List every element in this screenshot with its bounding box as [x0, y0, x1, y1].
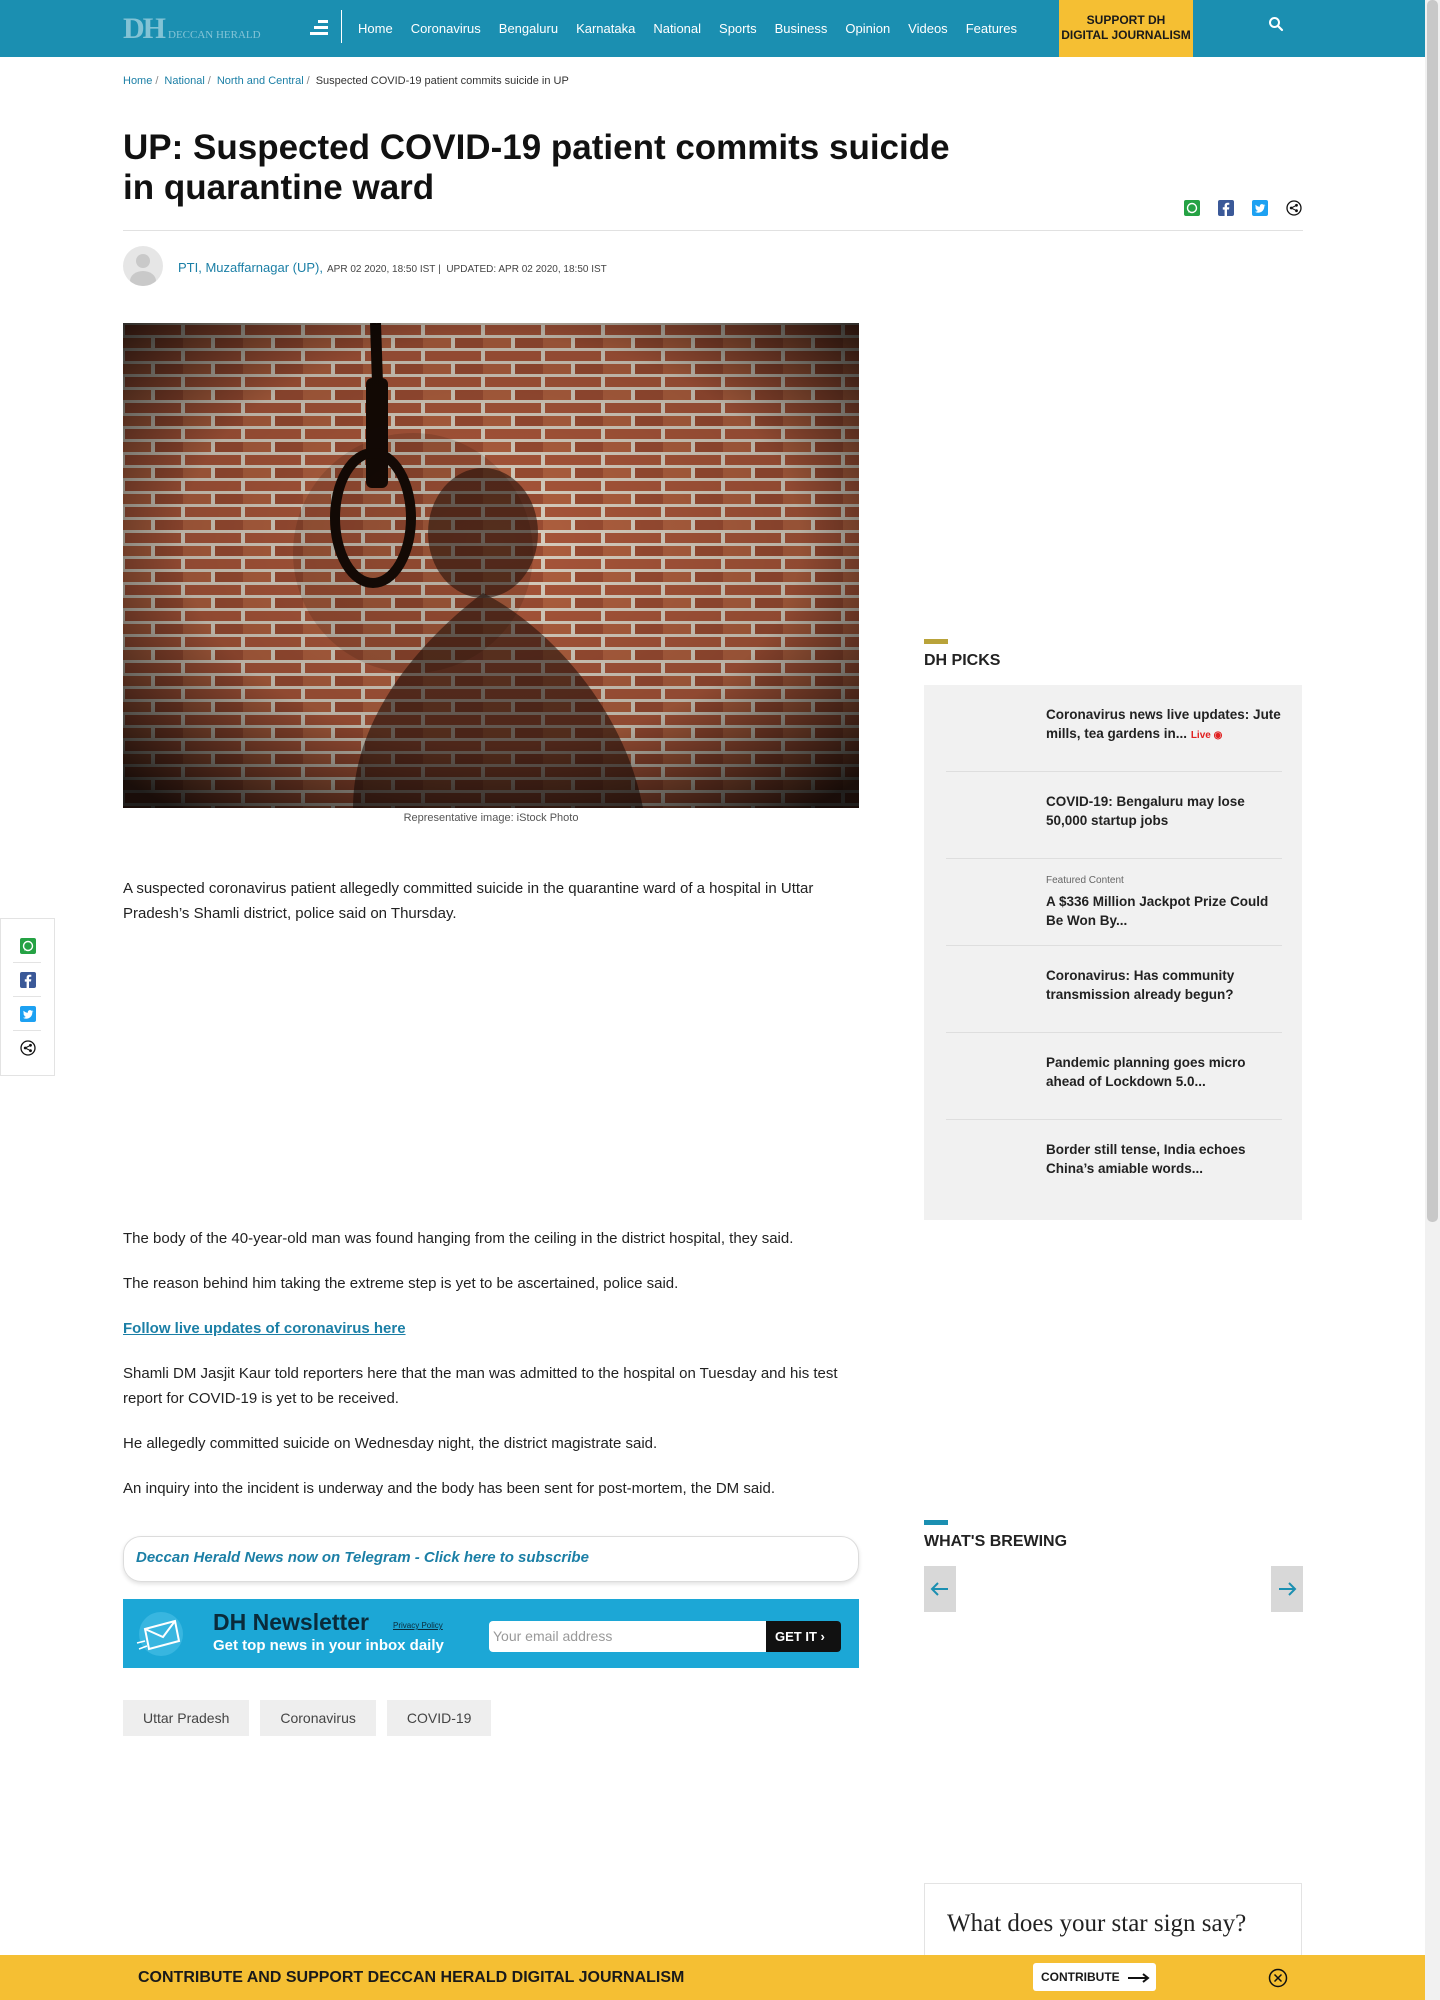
- nav-coronavirus[interactable]: Coronavirus: [411, 21, 481, 36]
- menu-icon[interactable]: [308, 17, 328, 37]
- updated-date: Updated: Apr 02 2020, 18:50 ist: [446, 264, 607, 275]
- envelope-icon: [136, 1612, 183, 1656]
- facebook-icon[interactable]: [1218, 200, 1234, 216]
- twitter-icon[interactable]: [20, 1006, 36, 1022]
- pick-item[interactable]: Featured Content A $336 Million Jackpot P…: [946, 859, 1282, 946]
- published-date: Apr 02 2020, 18:50 ist: [326, 264, 436, 275]
- main-nav: Home Coronavirus Bengaluru Karnataka Nat…: [358, 0, 1035, 57]
- search-icon[interactable]: [1268, 16, 1284, 32]
- paragraph-5: He allegedly committed suicide on Wednes…: [123, 1435, 658, 1452]
- paragraph-3: The reason behind him taking the extreme…: [123, 1275, 679, 1292]
- contribute-label: CONTRIBUTE: [1041, 1970, 1120, 1984]
- breadcrumb-current: Suspected COVID-19 patient commits suici…: [315, 75, 569, 87]
- author-avatar: [123, 246, 163, 286]
- pick-item[interactable]: Coronavirus: Has community transmission …: [946, 946, 1282, 1033]
- dh-picks-list: Coronavirus news live updates: Jute mill…: [924, 685, 1302, 1220]
- whatsapp-icon[interactable]: [1184, 200, 1200, 216]
- paragraph-1: A suspected coronavirus patient allegedl…: [123, 880, 814, 922]
- star-sign-title: What does your star sign say?: [947, 1910, 1247, 1937]
- breadcrumb-north-central[interactable]: North and Central: [217, 75, 304, 87]
- support-line-1: SUPPORT DH: [1086, 13, 1166, 27]
- nav-bengaluru[interactable]: Bengaluru: [499, 21, 558, 36]
- nav-national[interactable]: National: [653, 21, 701, 36]
- arrow-right-icon: [1128, 1973, 1150, 1983]
- floating-share-bar: [0, 918, 55, 1076]
- support-dh-button[interactable]: SUPPORT DH DIGITAL JOURNALISM: [1059, 0, 1193, 57]
- logo-mark: DH: [123, 12, 166, 45]
- nav-home[interactable]: Home: [358, 21, 393, 36]
- tag-list: Uttar Pradesh Coronavirus COVID-19: [123, 1700, 502, 1736]
- featured-label: Featured Content: [1046, 875, 1124, 886]
- whats-brewing-heading: WHAT'S BREWING: [924, 1520, 1067, 1551]
- nav-divider: [341, 10, 342, 43]
- breadcrumb-national[interactable]: National: [164, 75, 204, 87]
- article-image: [123, 323, 859, 808]
- telegram-subscribe-banner[interactable]: Deccan Herald News now on Telegram - Cli…: [123, 1536, 859, 1582]
- title-divider: [123, 230, 1303, 231]
- paragraph-4: Shamli DM Jasjit Kaur told reporters her…: [123, 1365, 838, 1407]
- paragraph-6: An inquiry into the incident is underway…: [123, 1480, 776, 1497]
- pick-item[interactable]: Border still tense, India echoes China’s…: [946, 1120, 1282, 1207]
- get-it-label: GET IT: [775, 1629, 817, 1644]
- pick-item[interactable]: COVID-19: Bengaluru may lose 50,000 star…: [946, 772, 1282, 859]
- tag-coronavirus[interactable]: Coronavirus: [260, 1700, 376, 1736]
- share-bar-top: [1184, 200, 1320, 216]
- contribute-button[interactable]: CONTRIBUTE: [1033, 1963, 1156, 1991]
- nav-opinion[interactable]: Opinion: [845, 21, 890, 36]
- byline: PTI, Muzaffarnagar (UP), Apr 02 2020, 18…: [178, 260, 607, 275]
- breadcrumb: Home / National / North and Central / Suspe…: [123, 75, 569, 87]
- contribute-banner-text: CONTRIBUTE AND SUPPORT DECCAN HERALD DIG…: [138, 1969, 685, 1986]
- nav-features[interactable]: Features: [966, 21, 1017, 36]
- author-link[interactable]: PTI, Muzaffarnagar (UP),: [178, 260, 323, 275]
- tag-uttar-pradesh[interactable]: Uttar Pradesh: [123, 1700, 250, 1736]
- page-scrollbar[interactable]: [1425, 0, 1440, 2000]
- top-navigation-bar: DH DECCAN HERALD Home Coronavirus Bengal…: [0, 0, 1425, 57]
- nav-karnataka[interactable]: Karnataka: [576, 21, 635, 36]
- email-input[interactable]: Your email address: [489, 1621, 767, 1652]
- pick-item[interactable]: Pandemic planning goes micro ahead of Lo…: [946, 1033, 1282, 1120]
- privacy-policy-link[interactable]: Privacy Policy: [393, 1621, 443, 1630]
- whatsapp-icon[interactable]: [20, 938, 36, 954]
- arrow-left-icon[interactable]: [924, 1566, 956, 1612]
- newsletter-signup: DH Newsletter Get top news in your inbox…: [123, 1599, 859, 1668]
- dh-picks-heading: DH PICKS: [924, 639, 1000, 670]
- arrow-right-icon[interactable]: [1271, 1566, 1303, 1612]
- chevron-right-icon: ›: [820, 1629, 825, 1644]
- tag-covid-19[interactable]: COVID-19: [386, 1700, 492, 1736]
- nav-business[interactable]: Business: [775, 21, 828, 36]
- live-updates-link[interactable]: Follow live updates of coronavirus here: [123, 1316, 859, 1341]
- support-line-2: DIGITAL JOURNALISM: [1061, 28, 1191, 42]
- facebook-icon[interactable]: [20, 972, 36, 988]
- logo-wordmark: DECCAN HERALD: [168, 29, 261, 41]
- deccan-herald-logo[interactable]: DH DECCAN HERALD: [123, 12, 261, 46]
- get-it-button[interactable]: GET IT ›: [766, 1621, 841, 1652]
- pick-item[interactable]: Coronavirus news live updates: Jute mill…: [946, 685, 1282, 772]
- newsletter-subtitle: Get top news in your inbox daily: [213, 1637, 444, 1654]
- share-icon[interactable]: [1286, 200, 1302, 216]
- contribute-banner: CONTRIBUTE AND SUPPORT DECCAN HERALD DIG…: [0, 1955, 1425, 2000]
- newsletter-title: DH Newsletter: [213, 1609, 369, 1635]
- live-badge: Live ◉: [1190, 730, 1223, 741]
- nav-sports[interactable]: Sports: [719, 21, 757, 36]
- image-caption: Representative image: iStock Photo: [403, 812, 579, 824]
- article-title: UP: Suspected COVID-19 patient commits s…: [123, 128, 950, 207]
- close-icon[interactable]: [1268, 1968, 1288, 1988]
- scrollbar-thumb[interactable]: [1427, 0, 1438, 1222]
- share-icon[interactable]: [20, 1040, 36, 1056]
- paragraph-2: The body of the 40-year-old man was foun…: [123, 1230, 794, 1247]
- breadcrumb-home[interactable]: Home: [123, 75, 152, 87]
- nav-videos[interactable]: Videos: [908, 21, 948, 36]
- twitter-icon[interactable]: [1252, 200, 1268, 216]
